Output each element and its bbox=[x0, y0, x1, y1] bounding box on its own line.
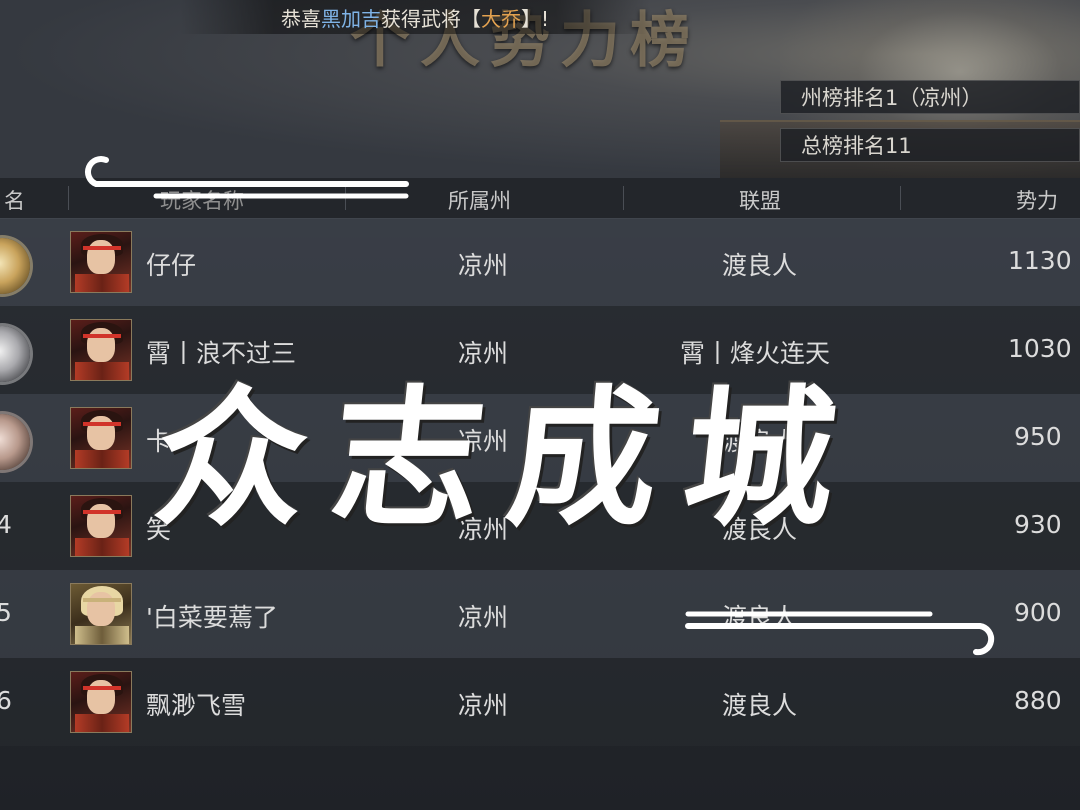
header-divider bbox=[68, 186, 69, 210]
power-value: 1030 bbox=[1008, 334, 1072, 363]
avatar[interactable] bbox=[70, 671, 132, 733]
total-rank-text: 总榜排名11 bbox=[801, 134, 912, 158]
state-rank-box: 州榜排名1（凉州） bbox=[780, 80, 1080, 114]
state-name: 凉州 bbox=[458, 251, 509, 280]
power-value: 930 bbox=[1014, 510, 1062, 539]
header-divider bbox=[623, 186, 624, 210]
swoosh-decoration-top bbox=[85, 156, 409, 199]
alliance-name: 渡良人 bbox=[722, 251, 798, 280]
power-value: 1130 bbox=[1008, 246, 1072, 275]
announcement-player[interactable]: 黑加吉 bbox=[321, 3, 381, 32]
alliance-name: 渡良人 bbox=[722, 691, 798, 720]
avatar[interactable] bbox=[70, 407, 132, 469]
header-rank: 名 bbox=[4, 189, 25, 213]
header-power: 势力 bbox=[1016, 189, 1058, 213]
state-name: 凉州 bbox=[458, 603, 509, 632]
announcement-prefix: 恭喜 bbox=[280, 6, 321, 31]
power-value: 880 bbox=[1014, 686, 1062, 715]
announcement-suffix: 】! bbox=[520, 6, 550, 31]
rank-number: 5 bbox=[0, 598, 12, 627]
header-alliance: 联盟 bbox=[739, 189, 781, 213]
player-name: '白菜要蔫了 bbox=[146, 603, 278, 632]
swoosh-decoration-bottom bbox=[685, 611, 995, 656]
silver-medal-icon bbox=[0, 326, 30, 382]
avatar[interactable] bbox=[70, 495, 132, 557]
state-name: 凉州 bbox=[458, 691, 509, 720]
avatar[interactable] bbox=[70, 231, 132, 293]
overlay-calligraphy: 众志成城 bbox=[147, 371, 871, 547]
table-row[interactable]: 仔仔 凉州 渡良人 1130 bbox=[0, 218, 1080, 306]
state-rank-text: 州榜排名1（凉州） bbox=[801, 86, 983, 110]
announcement-general[interactable]: 大乔 bbox=[481, 3, 521, 32]
power-value: 950 bbox=[1014, 422, 1062, 451]
player-name: 仔仔 bbox=[146, 251, 197, 280]
table-row[interactable]: 6 飘渺飞雪 凉州 渡良人 880 bbox=[0, 658, 1080, 746]
bronze-medal-icon bbox=[0, 414, 30, 470]
header-divider bbox=[900, 186, 901, 210]
rank-number: 6 bbox=[0, 686, 12, 715]
player-name: 飘渺飞雪 bbox=[146, 691, 247, 720]
announcement-bar: 恭喜 黑加吉 获得武将【 大乔 】! bbox=[180, 0, 650, 34]
header-state: 所属州 bbox=[448, 189, 511, 213]
power-value: 900 bbox=[1014, 598, 1062, 627]
total-rank-box: 总榜排名11 bbox=[780, 128, 1080, 162]
avatar[interactable] bbox=[70, 583, 132, 645]
gold-medal-icon bbox=[0, 238, 30, 294]
announcement-middle: 获得武将【 bbox=[380, 6, 481, 31]
avatar[interactable] bbox=[70, 319, 132, 381]
rank-number: 4 bbox=[0, 510, 12, 539]
